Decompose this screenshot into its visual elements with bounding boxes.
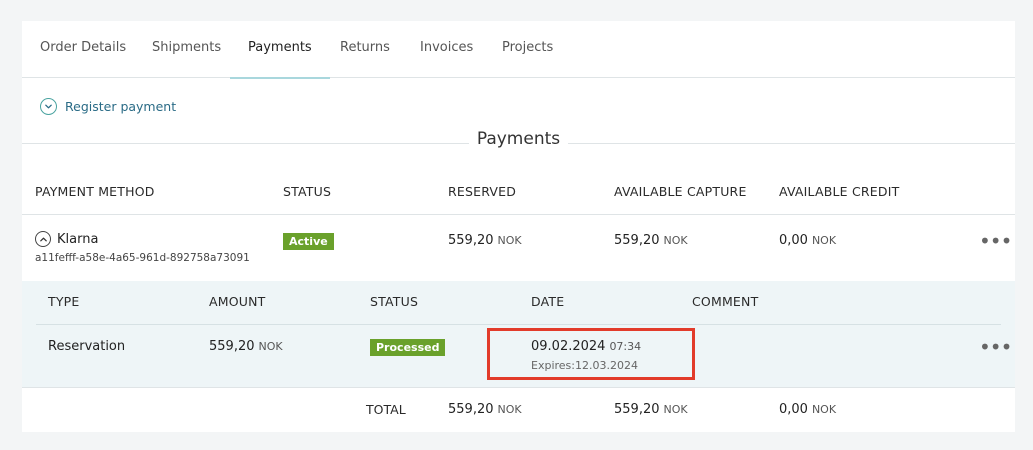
tx-amount: 559,20 NOK (209, 339, 283, 354)
header-divider (22, 214, 1015, 215)
payment-method-cell[interactable]: Klarna (35, 231, 98, 247)
more-dots-icon[interactable]: ••• (979, 231, 1012, 251)
tx-header-comment: COMMENT (692, 294, 759, 309)
tx-type: Reservation (48, 339, 126, 354)
status-badge-active: Active (283, 233, 334, 250)
header-available-capture: AVAILABLE CAPTURE (614, 184, 747, 199)
total-credit: 0,00 NOK (779, 402, 837, 417)
highlight-box (487, 328, 695, 380)
chevron-up-circle-icon[interactable] (35, 231, 51, 247)
order-card: Order Details Shipments Payments Returns… (22, 21, 1015, 432)
tab-payments[interactable]: Payments (230, 21, 330, 79)
register-payment-label: Register payment (65, 98, 177, 114)
tx-header-type: TYPE (48, 294, 80, 309)
header-status: STATUS (283, 184, 332, 199)
tab-invoices[interactable]: Invoices (420, 21, 473, 78)
total-label: TOTAL (366, 402, 406, 417)
payments-section-header: Payments (22, 126, 1015, 152)
register-payment-button[interactable]: Register payment (40, 97, 176, 115)
tx-divider (22, 387, 1015, 388)
status-badge-processed: Processed (370, 339, 446, 356)
total-capture: 559,20 NOK (614, 402, 688, 417)
tx-header-amount: AMOUNT (209, 294, 266, 309)
chevron-down-circle-icon (40, 97, 57, 115)
tab-returns[interactable]: Returns (340, 21, 390, 78)
tx-header-date: DATE (531, 294, 565, 309)
tab-projects[interactable]: Projects (502, 21, 553, 78)
available-capture-value: 559,20 NOK (614, 233, 688, 248)
tab-order-details[interactable]: Order Details (40, 21, 126, 78)
tx-header-divider (36, 324, 1001, 325)
section-title: Payments (22, 129, 1015, 149)
payment-method-name: Klarna (57, 231, 99, 247)
reserved-value: 559,20 NOK (448, 233, 522, 248)
tab-bar: Order Details Shipments Payments Returns… (22, 21, 1015, 79)
available-credit-value: 0,00 NOK (779, 233, 837, 248)
more-dots-icon[interactable]: ••• (979, 337, 1012, 357)
header-payment-method: PAYMENT METHOD (35, 184, 155, 199)
header-available-credit: AVAILABLE CREDIT (779, 184, 900, 199)
header-reserved: RESERVED (448, 184, 517, 199)
total-reserved: 559,20 NOK (448, 402, 522, 417)
tx-header-status: STATUS (370, 294, 419, 309)
payment-reference: a11fefff-a58e-4a65-961d-892758a73091 (35, 252, 250, 264)
tab-shipments[interactable]: Shipments (152, 21, 221, 78)
